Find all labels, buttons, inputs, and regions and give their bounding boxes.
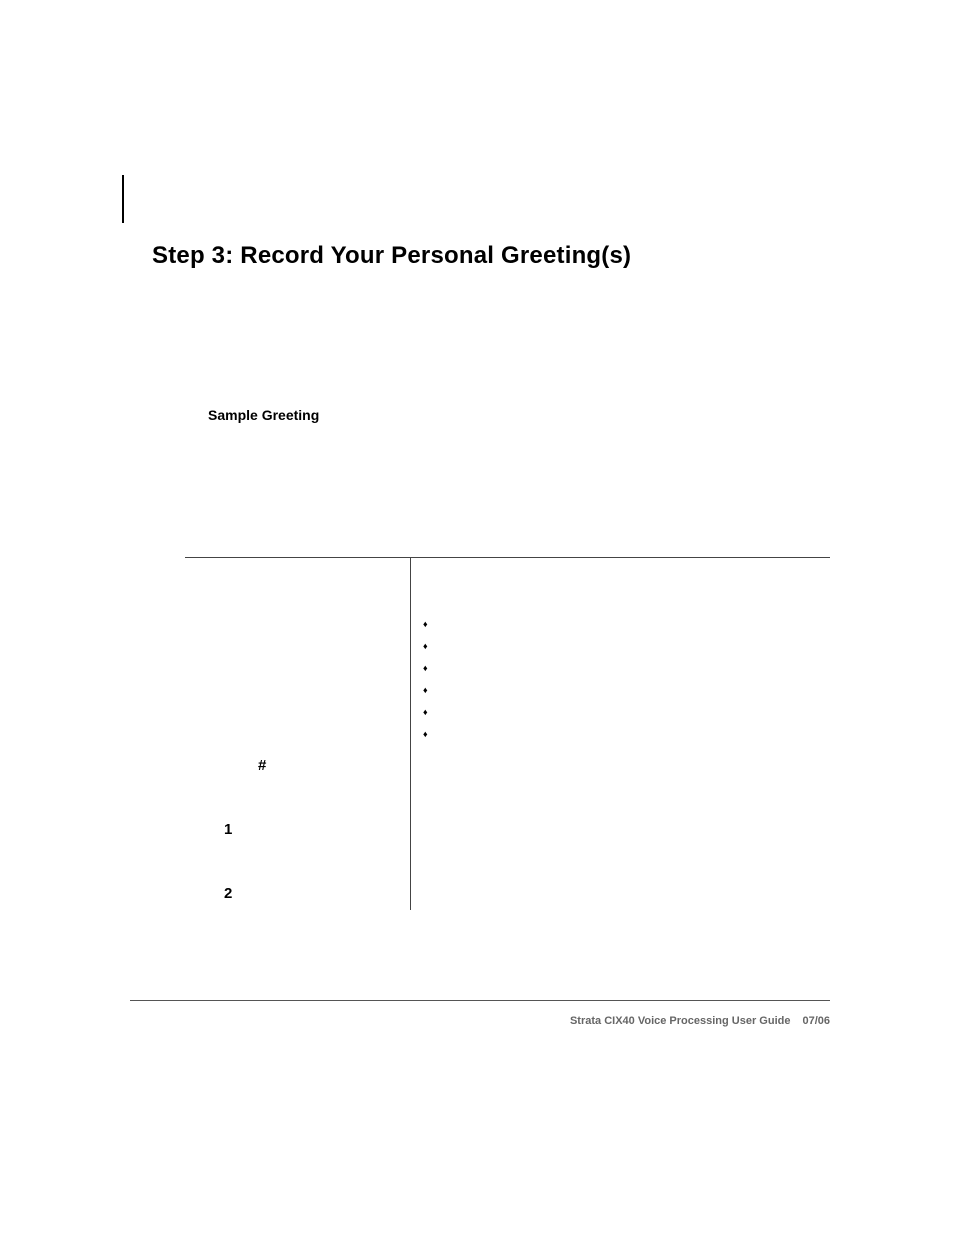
bullet-item bbox=[423, 657, 428, 679]
step-heading: Step 3: Record Your Personal Greeting(s) bbox=[152, 242, 631, 270]
bullet-list bbox=[423, 613, 428, 745]
keypad-two-icon: 2 bbox=[224, 885, 232, 902]
bullet-item bbox=[423, 701, 428, 723]
footer-date: 07/06 bbox=[802, 1015, 830, 1027]
keypad-one-icon: 1 bbox=[224, 821, 232, 838]
text-cursor-mark bbox=[122, 175, 124, 223]
bullet-item bbox=[423, 679, 428, 701]
sample-greeting-label: Sample Greeting bbox=[208, 407, 319, 423]
table-vertical-rule bbox=[410, 557, 411, 910]
table-top-rule bbox=[185, 557, 830, 558]
bullet-item bbox=[423, 613, 428, 635]
keypad-hash-icon: # bbox=[258, 757, 266, 774]
footer-rule bbox=[130, 1000, 830, 1001]
footer-text: Strata CIX40 Voice Processing User Guide… bbox=[570, 1015, 830, 1027]
footer-title: Strata CIX40 Voice Processing User Guide bbox=[570, 1015, 791, 1027]
bullet-item bbox=[423, 635, 428, 657]
bullet-item bbox=[423, 723, 428, 745]
